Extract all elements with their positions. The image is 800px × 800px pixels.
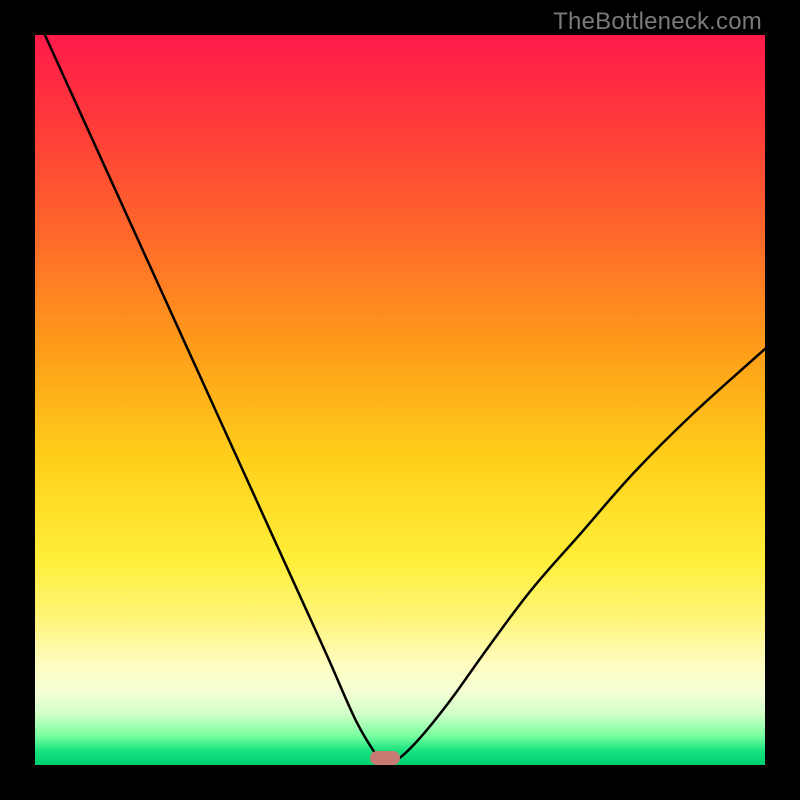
optimal-marker	[370, 751, 400, 765]
watermark-text: TheBottleneck.com	[553, 8, 762, 36]
chart-plot-area	[35, 35, 765, 765]
bottleneck-curve	[35, 35, 765, 765]
chart-frame: TheBottleneck.com	[0, 0, 800, 800]
